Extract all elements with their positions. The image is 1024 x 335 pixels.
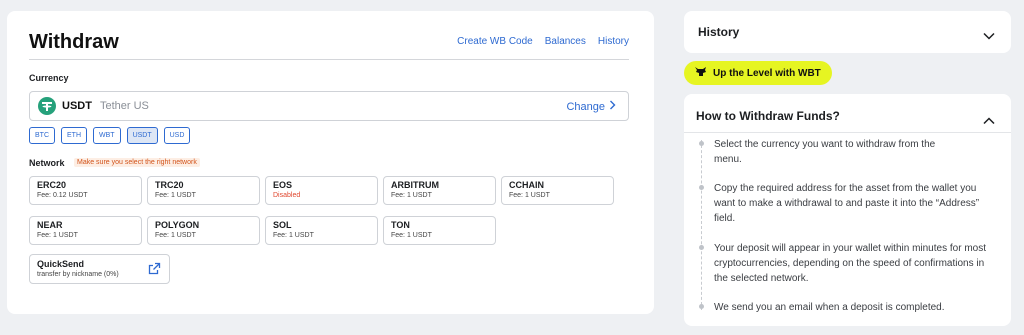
network-name: TRC20 — [155, 180, 184, 190]
step-item: We send you an email when a deposit is c… — [714, 302, 945, 313]
network-name: POLYGON — [155, 220, 200, 230]
currency-code: USDT — [62, 100, 92, 112]
chip-usd[interactable]: USD — [163, 127, 191, 144]
history-toggle[interactable]: History — [684, 11, 1011, 53]
howto-divider — [684, 132, 1011, 133]
chip-eth[interactable]: ETH — [61, 127, 87, 144]
network-cchain[interactable]: CCHAIN Fee: 1 USDT — [501, 176, 614, 205]
network-sol[interactable]: SOL Fee: 1 USDT — [265, 216, 378, 245]
create-wb-code-link[interactable]: Create WB Code — [457, 36, 533, 47]
currency-select[interactable]: USDT Tether US Change — [29, 91, 629, 121]
network-fee: Fee: 1 USDT — [391, 232, 432, 239]
step-bullet — [699, 185, 704, 190]
history-link[interactable]: History — [598, 36, 629, 47]
network-fee: Fee: 1 USDT — [509, 192, 550, 199]
history-label: History — [698, 25, 740, 39]
currency-label: Currency — [29, 73, 69, 83]
step-item: Select the currency you want to withdraw… — [714, 139, 936, 165]
steps-rail — [701, 140, 702, 310]
step-bullet — [699, 304, 704, 309]
network-ton[interactable]: TON Fee: 1 USDT — [383, 216, 496, 245]
network-fee: Fee: 1 USDT — [273, 232, 314, 239]
network-trc20[interactable]: TRC20 Fee: 1 USDT — [147, 176, 260, 205]
page-title: Withdraw — [29, 31, 119, 53]
network-fee: Fee: 0.12 USDT — [37, 192, 88, 199]
chevron-up-icon[interactable] — [983, 112, 995, 130]
network-name: ERC20 — [37, 180, 67, 190]
header-divider — [29, 59, 629, 60]
currency-name: Tether US — [99, 100, 149, 112]
network-name: TON — [391, 220, 410, 230]
step-bullet — [699, 245, 704, 250]
chip-wbt[interactable]: WBT — [93, 127, 121, 144]
quicksend-subtitle: transfer by nickname (0%) — [37, 271, 119, 278]
quicksend-title: QuickSend — [37, 259, 85, 269]
chevron-right-icon — [609, 100, 616, 113]
withdraw-card: Withdraw Create WB Code Balances History… — [7, 11, 654, 314]
promo-button[interactable]: Up the Level with WBT — [684, 61, 832, 85]
currency-chips: BTC ETH WBT USDT USD — [29, 127, 191, 144]
network-name: SOL — [273, 220, 292, 230]
chip-btc[interactable]: BTC — [29, 127, 55, 144]
network-name: NEAR — [37, 220, 63, 230]
chevron-down-icon — [983, 27, 995, 45]
header-links: Create WB Code Balances History — [457, 36, 629, 47]
network-erc20[interactable]: ERC20 Fee: 0.12 USDT — [29, 176, 142, 205]
network-arbitrum[interactable]: ARBITRUM Fee: 1 USDT — [383, 176, 496, 205]
network-name: EOS — [273, 180, 293, 190]
balances-link[interactable]: Balances — [545, 36, 586, 47]
network-fee: Fee: 1 USDT — [155, 232, 196, 239]
step-bullet — [699, 141, 704, 146]
step-item: Copy the required address for the asset … — [714, 183, 980, 224]
network-polygon[interactable]: POLYGON Fee: 1 USDT — [147, 216, 260, 245]
change-button[interactable]: Change — [566, 100, 616, 113]
network-fee: Fee: 1 USDT — [155, 192, 196, 199]
tether-icon — [38, 97, 56, 115]
quicksend-button[interactable]: QuickSend transfer by nickname (0%) — [29, 254, 170, 284]
network-warning: Make sure you select the right network — [74, 158, 200, 167]
chip-usdt[interactable]: USDT — [126, 127, 158, 144]
network-fee: Fee: 1 USDT — [37, 232, 78, 239]
network-fee: Fee: 1 USDT — [391, 192, 432, 199]
network-fee-disabled: Disabled — [273, 192, 301, 199]
network-near[interactable]: NEAR Fee: 1 USDT — [29, 216, 142, 245]
network-eos[interactable]: EOS Disabled — [265, 176, 378, 205]
howto-title: How to Withdraw Funds? — [696, 109, 840, 123]
step-item: Your deposit will appear in your wallet … — [714, 243, 986, 284]
howto-panel: How to Withdraw Funds? Select the curren… — [684, 94, 1011, 326]
network-label: Network — [29, 158, 65, 168]
network-name: CCHAIN — [509, 180, 544, 190]
wbt-bull-icon — [694, 64, 707, 82]
network-name: ARBITRUM — [391, 180, 439, 190]
promo-label: Up the Level with WBT — [713, 67, 821, 79]
external-link-icon — [148, 262, 161, 280]
change-label: Change — [566, 100, 605, 113]
